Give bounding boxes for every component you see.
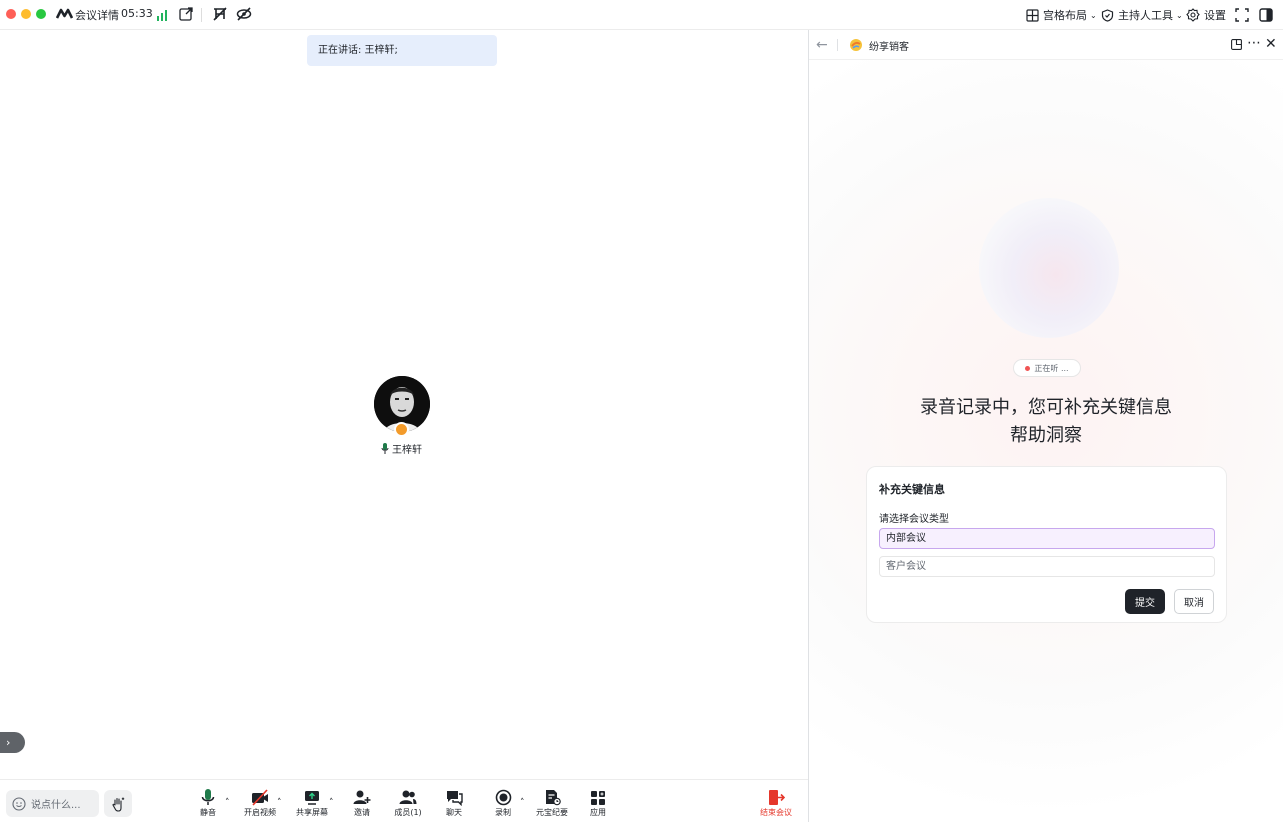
shield-icon <box>1101 8 1114 22</box>
chevron-down-icon: ⌄ <box>1176 10 1183 20</box>
grid-layout-label: 宫格布局 <box>1043 9 1087 22</box>
settings-button[interactable]: 设置 <box>1186 6 1226 24</box>
minimize-window-button[interactable] <box>21 9 31 19</box>
mute-options-chevron-icon[interactable]: ˄ <box>225 798 230 808</box>
meeting-duration: 05:33 <box>121 7 153 20</box>
sidebar-toggle-icon[interactable] <box>1258 7 1274 23</box>
recording-dot-icon <box>1025 365 1031 371</box>
video-options-chevron-icon[interactable]: ˄ <box>277 798 282 808</box>
share-screen-label: 共享屏幕 <box>296 808 328 817</box>
record-button[interactable]: 录制 <box>483 789 523 821</box>
participant-name: 王梓轩 <box>381 441 422 456</box>
start-video-button[interactable]: 开启视频 <box>240 789 280 821</box>
chat-label: 聊天 <box>446 808 462 817</box>
record-icon <box>495 789 511 806</box>
members-label: 成员(1) <box>394 808 422 817</box>
share-screen-button[interactable]: 共享屏幕 <box>292 789 332 821</box>
network-signal-icon[interactable] <box>157 9 169 21</box>
open-external-icon[interactable] <box>178 6 194 22</box>
back-arrow-icon[interactable]: ← <box>816 37 828 53</box>
raise-hand-button[interactable] <box>104 790 132 817</box>
zoom-window-button[interactable] <box>36 9 46 19</box>
option-client-meeting[interactable]: 客户会议 <box>879 556 1215 577</box>
submit-button[interactable]: 提交 <box>1125 589 1165 614</box>
popout-icon[interactable] <box>1231 39 1242 50</box>
mute-label: 静音 <box>200 808 216 817</box>
headline-line-2: 帮助洞察 <box>1010 425 1082 446</box>
more-options-icon[interactable]: ⋯ <box>1247 35 1261 51</box>
watermark-off-icon[interactable] <box>212 6 228 22</box>
members-icon <box>399 790 417 804</box>
fullscreen-icon[interactable] <box>1234 7 1250 23</box>
chevron-right-icon: › <box>6 736 11 749</box>
hide-eye-icon[interactable] <box>236 6 252 22</box>
quick-chat-placeholder: 说点什么... <box>31 800 81 811</box>
assistant-panel: ← 纷享销客 ⋯ ✕ 正在听 ... 录音记录中，您可补充关键信息 帮助洞察 补… <box>809 30 1283 822</box>
titlebar-divider <box>201 8 202 22</box>
record-options-chevron-icon[interactable]: ˄ <box>520 798 525 808</box>
meeting-detail-link[interactable]: 会议详情 <box>75 7 119 23</box>
video-off-icon <box>252 789 268 806</box>
close-icon[interactable]: ✕ <box>1265 36 1277 52</box>
fxiaoke-logo-icon <box>850 39 862 51</box>
exit-icon <box>768 790 785 805</box>
panel-header: ← 纷享销客 ⋯ ✕ <box>809 30 1283 60</box>
microphone-icon <box>201 789 215 805</box>
participant-name-label: 王梓轩 <box>392 445 422 456</box>
title-bar: 会议详情 05:33 宫格布局 ⌄ 主持人工具 ⌄ 设置 <box>0 0 1283 30</box>
panel-title: 纷享销客 <box>869 42 909 53</box>
apps-button[interactable]: 应用 <box>578 789 618 821</box>
meeting-stage: 正在讲话: 王梓轩; 王梓轩 › <box>0 30 808 779</box>
share-options-chevron-icon[interactable]: ˄ <box>329 798 334 808</box>
cancel-button[interactable]: 取消 <box>1174 589 1214 614</box>
invite-button[interactable]: 邀请 <box>342 789 382 821</box>
headline-line-1: 录音记录中，您可补充关键信息 <box>920 397 1172 418</box>
listening-orb <box>979 198 1119 338</box>
mute-button[interactable]: 静音 <box>188 789 228 821</box>
meeting-toolbar: 说点什么... 静音 ˄ 开启视频 ˄ 共享屏幕 ˄ 邀请 成员(1) 聊天 录… <box>0 779 808 822</box>
invite-label: 邀请 <box>354 808 370 817</box>
listening-label: 正在听 ... <box>1034 363 1069 373</box>
record-label: 录制 <box>495 808 511 817</box>
yuanbao-notes-button[interactable]: 元宝纪要 <box>532 789 572 821</box>
close-window-button[interactable] <box>6 9 16 19</box>
chevron-down-icon: ⌄ <box>1090 10 1097 20</box>
host-tools-label: 主持人工具 <box>1118 9 1173 22</box>
raise-hand-icon <box>112 797 125 812</box>
grid-layout-button[interactable]: 宫格布局 ⌄ <box>1026 6 1097 24</box>
notes-icon <box>545 790 561 806</box>
chat-button[interactable]: 聊天 <box>434 789 474 821</box>
quick-chat-input[interactable]: 说点什么... <box>6 790 99 817</box>
end-meeting-button[interactable]: 结束会议 <box>756 789 796 821</box>
card-title: 补充关键信息 <box>879 483 945 496</box>
option-internal-meeting[interactable]: 内部会议 <box>879 528 1215 549</box>
grid-icon <box>1026 8 1039 22</box>
settings-label: 设置 <box>1204 9 1226 22</box>
end-meeting-label: 结束会议 <box>760 808 792 817</box>
apps-label: 应用 <box>590 808 606 817</box>
host-badge-icon <box>394 422 409 437</box>
chat-icon <box>446 791 463 806</box>
host-tools-button[interactable]: 主持人工具 ⌄ <box>1101 6 1183 24</box>
start-video-label: 开启视频 <box>244 808 276 817</box>
emoji-icon <box>12 796 26 811</box>
listening-status-badge: 正在听 ... <box>1013 359 1081 377</box>
yuanbao-notes-label: 元宝纪要 <box>536 808 568 817</box>
microphone-icon <box>381 443 389 454</box>
gear-icon <box>1186 8 1200 22</box>
members-button[interactable]: 成员(1) <box>388 789 428 821</box>
tencent-meeting-logo-icon <box>56 8 73 19</box>
apps-icon <box>591 791 605 805</box>
meeting-type-label: 请选择会议类型 <box>879 514 949 525</box>
share-screen-icon <box>305 791 319 805</box>
expand-panel-button[interactable]: › <box>0 732 25 753</box>
header-divider <box>837 39 838 51</box>
key-info-card: 补充关键信息 请选择会议类型 内部会议 客户会议 提交 取消 <box>866 466 1227 623</box>
speaking-indicator: 正在讲话: 王梓轩; <box>307 35 497 66</box>
recording-headline: 录音记录中，您可补充关键信息 帮助洞察 <box>809 394 1283 450</box>
add-user-icon <box>353 790 371 804</box>
